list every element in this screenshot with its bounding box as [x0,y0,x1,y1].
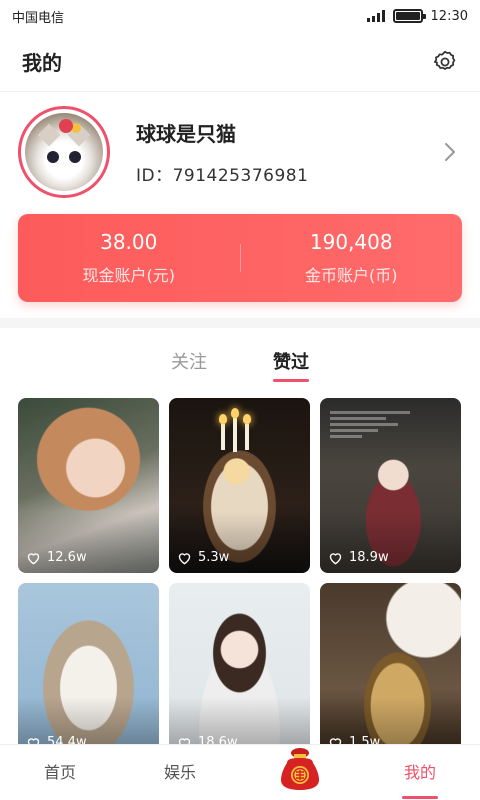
carrier-label: 中国电信 [12,10,65,26]
content-tabs: 关注 赞过 [0,340,480,386]
heart-icon [178,552,191,564]
nav-mine[interactable]: 我的 [360,745,480,800]
liked-video-grid: 12.6w 5.3w 18.9w 54.4w 18.6w 1.5w [18,398,462,758]
signal-icon [366,10,385,22]
tab-liked[interactable]: 赞过 [273,340,309,386]
account-card: 38.00 现金账户(元) 190,408 金币账户(币) [18,214,462,302]
page-header: 我的 [0,32,480,92]
settings-button[interactable] [430,47,460,77]
video-card[interactable]: 54.4w [18,583,159,758]
section-divider [0,318,480,328]
cash-account[interactable]: 38.00 现金账户(元) [18,230,240,286]
profile-info: 球球是只猫 ID：791425376981 [136,118,438,186]
bottom-nav: 首页 娱乐 我的 [0,744,480,800]
video-card[interactable]: 12.6w [18,398,159,573]
coin-account-value: 190,408 [309,230,393,254]
gear-icon [433,50,456,70]
status-indicators: 12:30 [366,8,468,24]
page-title: 我的 [22,51,62,75]
video-likes-count: 12.6w [47,550,87,565]
nav-lucky-bag-button[interactable] [240,745,360,800]
avatar-image [25,113,103,191]
video-likes: 18.9w [328,550,389,565]
video-likes: 12.6w [26,550,87,565]
tab-following[interactable]: 关注 [171,340,207,386]
video-card[interactable]: 5.3w [169,398,310,573]
coin-account-label: 金币账户(币) [305,266,398,285]
battery-icon [392,9,426,23]
user-id: ID：791425376981 [136,166,309,186]
status-bar: 中国电信 12:30 [0,0,480,32]
heart-icon [329,552,342,564]
video-likes-count: 5.3w [198,550,230,565]
video-card[interactable]: 18.9w [320,398,461,573]
video-likes: 5.3w [177,550,229,565]
cash-account-label: 现金账户(元) [82,266,176,285]
video-card[interactable]: 18.6w [169,583,310,758]
video-card[interactable]: 1.5w [320,583,461,758]
lucky-bag-icon [281,747,319,790]
clock: 12:30 [430,8,468,24]
cash-account-value: 38.00 [100,230,158,254]
profile-detail-button[interactable] [438,140,462,164]
user-name: 球球是只猫 [136,122,236,146]
nav-home[interactable]: 首页 [0,745,120,800]
avatar[interactable] [18,106,110,198]
coin-account[interactable]: 190,408 金币账户(币) [241,230,463,286]
heart-icon [27,552,40,564]
video-likes-count: 18.9w [349,550,389,565]
chevron-right-icon [445,143,455,161]
nav-entertainment[interactable]: 娱乐 [120,745,240,800]
profile-section[interactable]: 球球是只猫 ID：791425376981 [0,92,480,212]
